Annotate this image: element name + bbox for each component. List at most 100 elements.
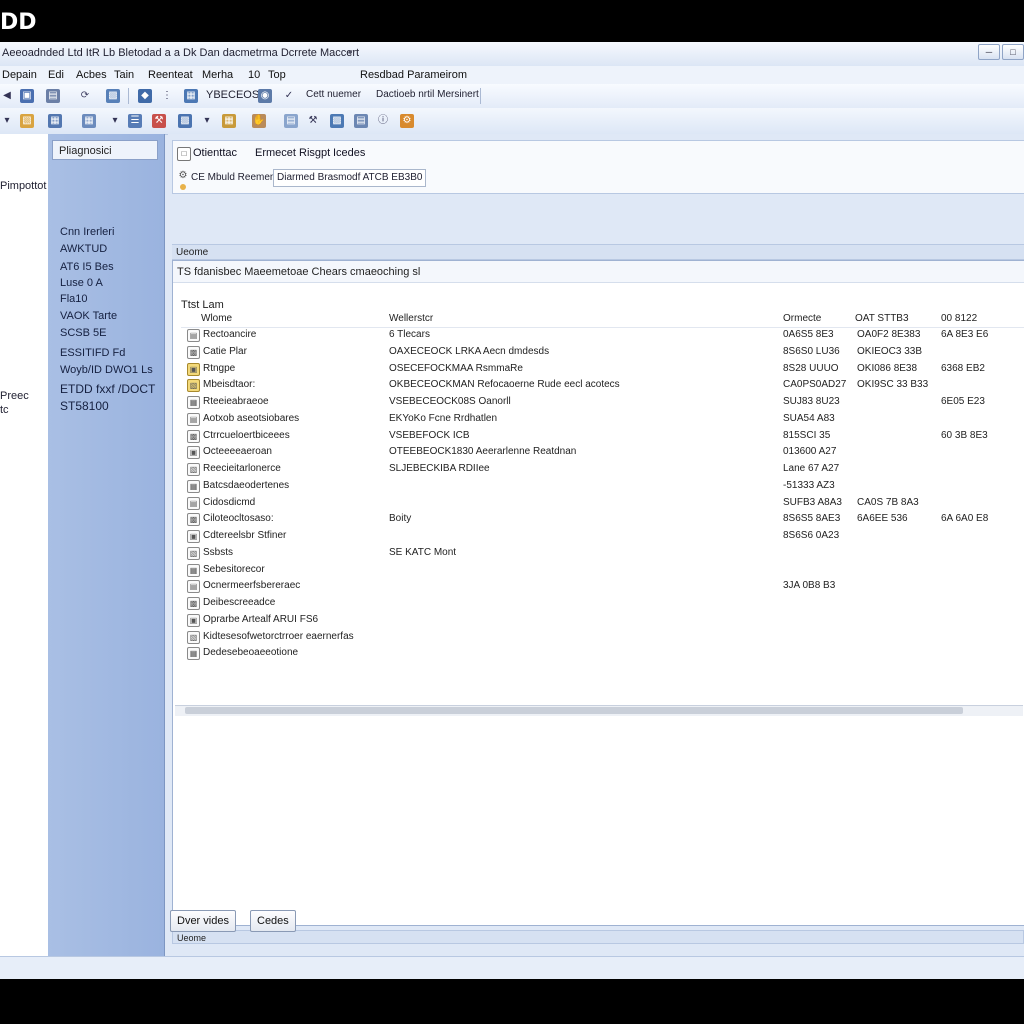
filter-icon[interactable]: ▾ [108,114,122,128]
row-item-icon: ▣ [187,613,200,627]
column-header[interactable]: Wellerstcr [389,313,433,324]
nav-item[interactable]: Cnn Irerleri [60,226,114,238]
check-icon[interactable]: ✓ [282,89,296,103]
tab-diagnostics[interactable]: Otienttac [193,147,237,159]
camera-icon[interactable]: ◉ [258,89,272,103]
info-icon[interactable]: ⓘ [376,114,390,128]
minimize-button[interactable]: ─ [978,44,1000,60]
tab-codes[interactable]: Icedes [333,147,365,159]
table-row[interactable]: ▧ Mbeisdtaor: OKBECEOCKMAN Refocaoerne Rud… [181,377,1024,393]
table-row[interactable]: ▤ Rectoancire 6 Tlecars 0A6S5 8E3 OA0F2 8E38… [181,327,1024,343]
nav-item[interactable]: Woyb/ID DWO1 Ls [60,364,153,376]
horizontal-scrollbar[interactable] [175,705,1023,716]
nav-item[interactable]: Luse 0 A [60,277,103,289]
column-header[interactable]: Ormecte [783,313,821,324]
table-row[interactable]: ▧ Kidtesesofwetorctrroer eaernerfas [181,629,1024,645]
overrides-button[interactable]: Dver vides [170,910,236,932]
tools-icon[interactable]: ⚒ [152,114,166,128]
menu-item-parameters[interactable]: Resdbad Parameirom [360,69,467,81]
nav-item[interactable]: AT6 I5 Bes [60,261,114,273]
table-row[interactable]: ▩ Deibescreeadce [181,595,1024,611]
nav-item[interactable]: AWKTUD [60,243,107,255]
save-icon[interactable]: ▣ [20,89,34,103]
hand-icon[interactable]: ✋ [252,114,266,128]
grid-icon[interactable]: ▦ [48,114,62,128]
wrench-icon[interactable]: ⚒ [306,114,320,128]
nav-item[interactable]: Fla10 [60,293,88,305]
nav-item[interactable]: SCSB 5E [60,327,106,339]
toolbar-field-text[interactable]: YBECEOS [206,89,259,101]
table-row[interactable]: ▦ Batcsdaeodertenes -51333 AZ3 [181,478,1024,494]
tab-report[interactable]: Ermecet Risgpt [255,147,330,159]
table-row[interactable]: ▩ Ctrrcueloertbiceees VSEBEFOCK ICB 815SCI … [181,428,1024,444]
row-cell-name: Dedesebeoaeeotione [203,647,299,659]
table-row[interactable]: ▩ Catie Plar OAXECEOCK LRKA Aecn dmdesds 8S… [181,344,1024,360]
row-cell-desc: OAXECEOCK LRKA Aecn dmdesds [389,345,550,357]
menu-item-4[interactable]: Tain [114,69,134,81]
connect-icon[interactable]: ◆ [138,89,152,103]
toolbar-label-1: Cett nuemer [306,89,362,100]
table-row[interactable]: ▦ Sebesitorecor [181,562,1024,578]
row-item-icon: ▩ [187,597,200,610]
list-label: Ttst Lam [181,299,224,311]
table-row[interactable]: ▧ Ssbsts SE KATC Mont [181,545,1024,561]
codes-button[interactable]: Cedes [250,910,296,932]
row-item-icon: ▦ [187,396,200,409]
more-icon[interactable]: ⋮ [160,89,174,103]
table-row[interactable]: ▣ Rtngpe OSECEFOCKMAA RsmmaRe 8S28 UUUO OKI0… [181,361,1024,377]
dropdown-arrow-icon[interactable]: ▾ [0,114,14,128]
nav-item[interactable]: VAOK Tarte [60,310,117,322]
copy-icon[interactable]: ▩ [106,89,120,103]
column-header[interactable]: Wlome [201,313,232,324]
row-cell-desc: SLJEBECKIBA RDIIee [389,463,490,474]
menu-item-1[interactable]: Depain [2,69,37,81]
nav-item[interactable]: ST58100 [60,399,109,413]
module-icon[interactable]: ▦ [184,89,198,103]
breadcrumb-item[interactable]: CE Mbuld Reemen [187,169,279,187]
menu-item-7[interactable]: 10 [248,69,260,81]
refresh-icon[interactable]: ⟳ [78,89,92,103]
folder-icon[interactable]: ▧ [20,114,34,128]
back-arrow-icon[interactable]: ◀ [0,89,14,103]
list-icon[interactable]: ☰ [128,114,142,128]
table-icon[interactable]: ▦ [82,114,96,128]
table-row[interactable]: ▣ Octeeeeaeroan OTEEBEOCK1830 Aeerarlenne … [181,444,1024,460]
title-chevron-down-icon[interactable]: ▾ [348,47,353,58]
scrollbar-thumb[interactable] [185,707,963,714]
nav-pane-header[interactable]: Pliagnosici [52,140,158,160]
table-row[interactable]: ▤ Aotxob aseotsiobares EKYoKo Fcne Rrdhatl… [181,411,1024,427]
menu-item-2[interactable]: Edi [48,69,64,81]
table-row[interactable]: ▦ Rteeieabraeoe VSEBECEOCK08S Oanorll SUJ83… [181,394,1024,410]
menu-item-5[interactable]: Reenteat [148,69,193,81]
menu-item-8[interactable]: Top [268,69,286,81]
graph-icon[interactable]: ▩ [330,114,344,128]
row-item-icon: ▧ [187,379,200,393]
table-row[interactable]: ▤ Cidosdicmd SUFB3 A8A3 CA0S 7B 8A3 [181,495,1024,511]
menu-item-3[interactable]: Acbes [76,69,107,81]
chart-icon[interactable]: ▩ [178,114,192,128]
maximize-button[interactable]: □ [1002,44,1024,60]
standard-toolbar: ◀ ▣ ▤ ⟳ ▩ ◆ ⋮ ▦ YBECEOS ◉ ✓ Cett nuemer … [0,84,1024,109]
document-icon[interactable]: ▤ [284,114,298,128]
table-row[interactable]: ▧ Reecieitarlonerce SLJEBECKIBA RDIIee Lane… [181,461,1024,477]
toolbar-separator [128,88,129,104]
column-header[interactable]: OAT STTB3 [855,313,909,324]
row-cell-name: Cdtereelsbr Stfiner [203,530,287,541]
calculator-icon[interactable]: ▦ [222,114,236,128]
dropdown-arrow-icon[interactable]: ▾ [200,114,214,128]
table-row[interactable]: ▩ Ciloteocltosaso: Boity 8S6S5 8AE3 6A6EE 53… [181,511,1024,527]
row-cell-name: Ssbsts [203,546,234,558]
table-row[interactable]: ▤ Ocnermeerfsbereraec 3JA 0B8 B3 [181,578,1024,594]
settings-icon[interactable]: ⚙ [400,114,414,128]
table-row[interactable]: ▦ Dedesebeoaeeotione [181,645,1024,661]
row-item-icon: ▧ [187,463,200,476]
menu-item-6[interactable]: Merha [202,69,233,81]
breadcrumb-item-active[interactable]: Diarmed Brasmodf ATCB EB3B0 [273,169,427,187]
print-icon[interactable]: ▤ [46,89,60,103]
table-row[interactable]: ▣ Cdtereelsbr Stfiner 8S6S6 0A23 [181,528,1024,544]
export-icon[interactable]: ▤ [354,114,368,128]
table-row[interactable]: ▣ Oprarbe Artealf ARUI FS6 [181,612,1024,628]
column-header[interactable]: 00 8122 [941,313,977,324]
nav-item[interactable]: ESSITIFD Fd [60,347,125,359]
nav-item[interactable]: ETDD fxxf /DOCT [60,382,155,396]
